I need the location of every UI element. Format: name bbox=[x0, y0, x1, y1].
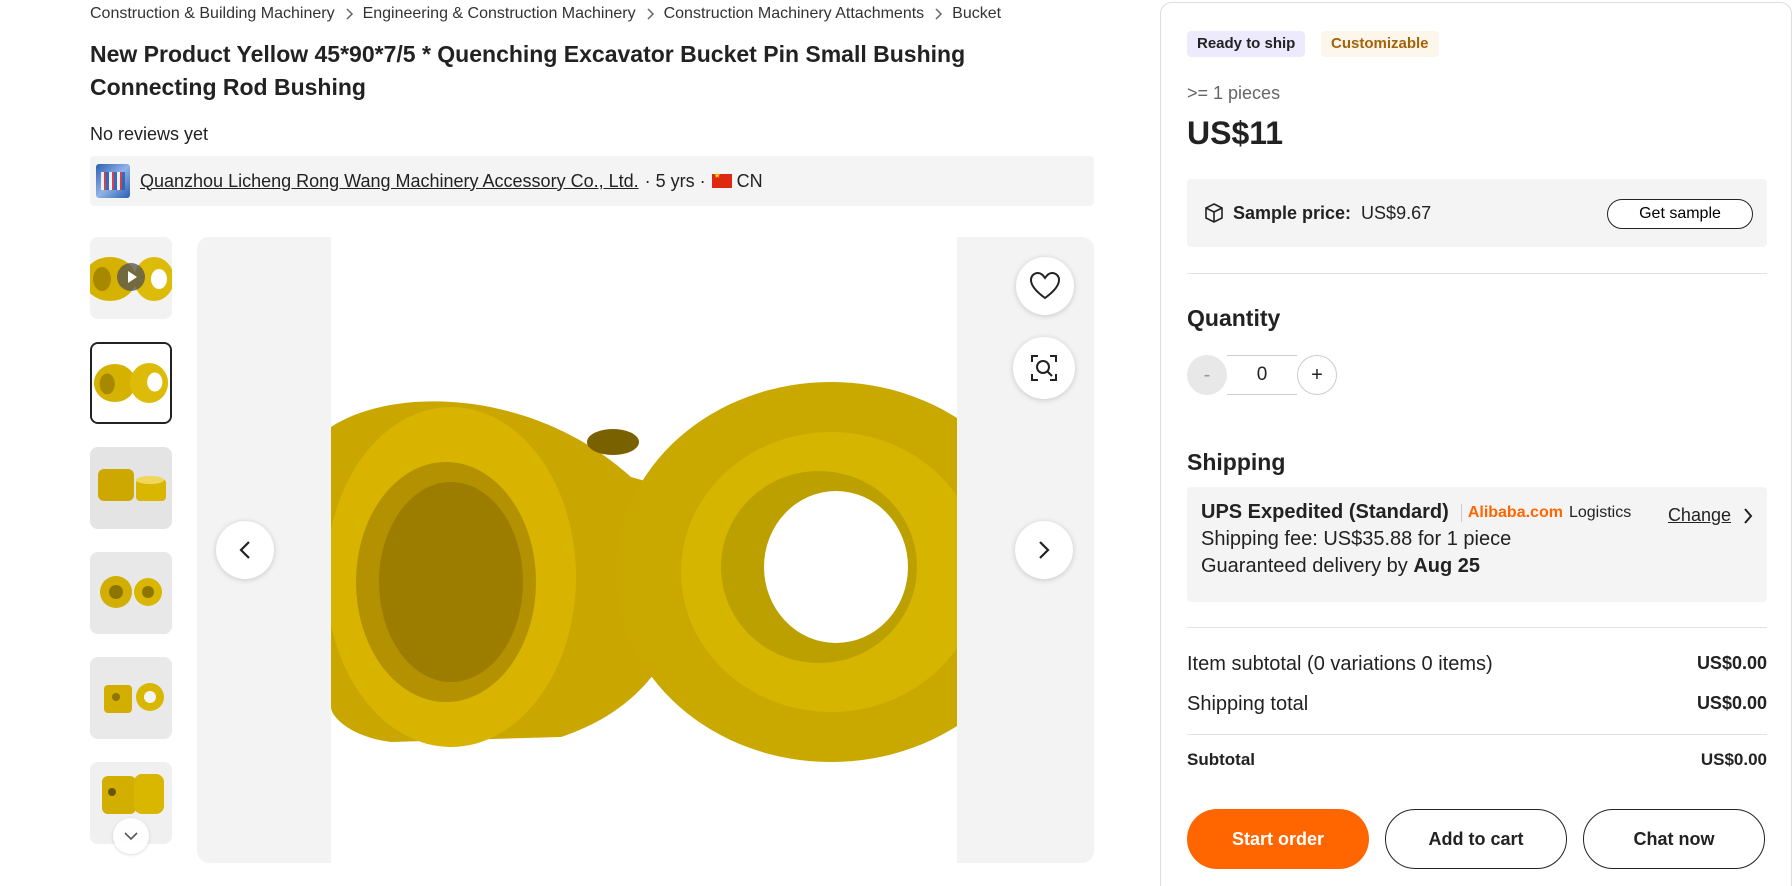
quantity-input[interactable] bbox=[1227, 355, 1297, 395]
purchase-panel: Ready to ship Customizable >= 1 pieces U… bbox=[1160, 2, 1792, 886]
quantity-stepper: - + bbox=[1187, 355, 1337, 395]
main-product-image bbox=[197, 237, 1094, 863]
item-subtotal-row: Item subtotal (0 variations 0 items) US$… bbox=[1187, 653, 1767, 676]
customizable-badge: Customizable bbox=[1321, 31, 1439, 57]
change-shipping-link[interactable]: Change bbox=[1668, 505, 1731, 526]
min-order-quantity: >= 1 pieces bbox=[1187, 83, 1281, 103]
previous-image-button[interactable] bbox=[216, 521, 274, 579]
start-order-button[interactable]: Start order bbox=[1187, 809, 1369, 869]
product-title: New Product Yellow 45*90*7/5 * Quenching… bbox=[90, 41, 966, 100]
sample-price-value: US$9.67 bbox=[1361, 202, 1432, 223]
chevron-right-icon bbox=[335, 5, 363, 23]
breadcrumb-item[interactable]: Construction & Building Machinery bbox=[90, 5, 335, 23]
shipping-fee: Shipping fee: US$35.88 for 1 piece bbox=[1201, 528, 1512, 550]
delivery-prefix: Guaranteed delivery by bbox=[1201, 555, 1408, 577]
shipping-heading: Shipping bbox=[1187, 449, 1286, 475]
item-subtotal-label: Item subtotal (0 variations 0 items) bbox=[1187, 653, 1493, 675]
increase-quantity-button[interactable]: + bbox=[1297, 355, 1337, 395]
divider bbox=[1187, 273, 1767, 274]
shipping-total-label: Shipping total bbox=[1187, 693, 1309, 715]
reviews-text: No reviews yet bbox=[90, 124, 209, 144]
supplier-bar: Quanzhou Licheng Rong Wang Machinery Acc… bbox=[90, 156, 1094, 206]
item-subtotal-value: US$0.00 bbox=[1696, 653, 1767, 673]
sample-price-box: Sample price: US$9.67 Get sample bbox=[1187, 179, 1767, 247]
divider bbox=[1187, 627, 1767, 628]
divider bbox=[1187, 734, 1767, 735]
chevron-down-icon[interactable] bbox=[113, 818, 149, 854]
thumbnail-image[interactable] bbox=[90, 342, 172, 424]
supplier-logo[interactable] bbox=[96, 164, 130, 198]
ready-to-ship-badge: Ready to ship bbox=[1187, 31, 1306, 57]
breadcrumb-item[interactable]: Construction Machinery Attachments bbox=[664, 5, 925, 23]
chevron-right-icon bbox=[636, 5, 664, 23]
shipping-box: UPS Expedited (Standard) Alibaba.com Log… bbox=[1187, 487, 1767, 602]
image-search-button[interactable] bbox=[1013, 337, 1075, 399]
favorite-button[interactable] bbox=[1016, 257, 1074, 315]
shipping-total-row: Shipping total US$0.00 bbox=[1187, 693, 1767, 716]
chevron-right-icon[interactable] bbox=[1743, 507, 1753, 525]
thumbnail-image[interactable] bbox=[90, 552, 172, 634]
get-sample-button[interactable]: Get sample bbox=[1607, 199, 1753, 229]
chat-now-button[interactable]: Chat now bbox=[1583, 809, 1765, 869]
thumbnail-video[interactable] bbox=[90, 237, 172, 319]
logistics-label: Logistics bbox=[1568, 503, 1632, 521]
subtotal-label: Subtotal bbox=[1187, 750, 1255, 769]
supplier-name-link[interactable]: Quanzhou Licheng Rong Wang Machinery Acc… bbox=[140, 171, 639, 192]
thumbnail-image[interactable] bbox=[90, 657, 172, 739]
breadcrumb-item[interactable]: Bucket bbox=[952, 5, 1001, 23]
add-to-cart-button[interactable]: Add to cart bbox=[1385, 809, 1567, 869]
thumbnail-image[interactable] bbox=[90, 447, 172, 529]
product-photo bbox=[331, 237, 957, 863]
alibaba-logo: Alibaba.com bbox=[1460, 503, 1563, 522]
delivery-date: Aug 25 bbox=[1413, 555, 1481, 577]
subtotal-row: Subtotal US$0.00 bbox=[1187, 750, 1767, 770]
chevron-right-icon bbox=[1039, 541, 1050, 559]
china-flag-icon bbox=[711, 171, 732, 188]
image-search-icon bbox=[1031, 355, 1057, 381]
decrease-quantity-button[interactable]: - bbox=[1187, 355, 1227, 395]
unit-price: US$11 bbox=[1187, 115, 1284, 151]
delivery-guarantee: Guaranteed delivery by Aug 25 bbox=[1201, 555, 1753, 578]
chevron-right-icon bbox=[924, 5, 952, 23]
supplier-country: CN bbox=[736, 170, 763, 191]
shipping-total-value: US$0.00 bbox=[1696, 693, 1767, 713]
quantity-heading: Quantity bbox=[1187, 305, 1281, 331]
sample-price-label: Sample price: bbox=[1233, 202, 1352, 223]
shipping-service: UPS Expedited (Standard) bbox=[1201, 501, 1449, 523]
heart-icon bbox=[1030, 272, 1060, 300]
chevron-left-icon bbox=[239, 541, 250, 559]
supplier-years: · 5 yrs · bbox=[644, 170, 706, 191]
next-image-button[interactable] bbox=[1015, 521, 1073, 579]
subtotal-value: US$0.00 bbox=[1700, 750, 1767, 769]
package-icon bbox=[1205, 203, 1223, 223]
breadcrumb-item[interactable]: Engineering & Construction Machinery bbox=[363, 5, 636, 23]
breadcrumb: Construction & Building Machinery Engine… bbox=[90, 5, 1001, 23]
play-icon bbox=[117, 263, 145, 291]
